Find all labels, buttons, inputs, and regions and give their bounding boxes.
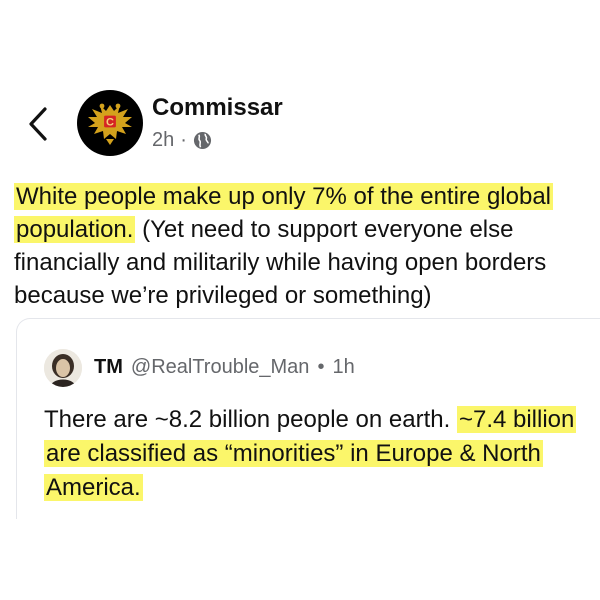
back-button[interactable] [24,104,52,144]
globe-icon [193,131,211,150]
quoted-post-body: There are ~8.2 billion people on earth. … [44,403,589,505]
quoted-author-handle[interactable]: @RealTrouble_Man [131,356,310,379]
quoted-post-header: TM @RealTrouble_Man • 1h [94,356,355,379]
quoted-author-avatar[interactable] [44,349,82,387]
double-headed-eagle-emblem: C [80,93,140,153]
svg-text:C: C [106,117,114,129]
quoted-post-text: There are ~8.2 billion people on earth. [44,406,457,433]
author-avatar[interactable]: C [77,90,143,156]
post-time[interactable]: 2h [152,129,174,152]
author-name[interactable]: Commissar [152,94,283,122]
quoted-post-time[interactable]: 1h [332,356,354,379]
portrait-avatar [44,349,82,387]
post-body: White people make up only 7% of the enti… [14,180,594,312]
meta-separator: · [180,129,187,151]
chevron-left-icon [29,107,47,141]
quoted-meta-separator: • [317,356,325,378]
quoted-author-name[interactable]: TM [94,356,123,379]
post-meta: 2h · [152,129,212,152]
